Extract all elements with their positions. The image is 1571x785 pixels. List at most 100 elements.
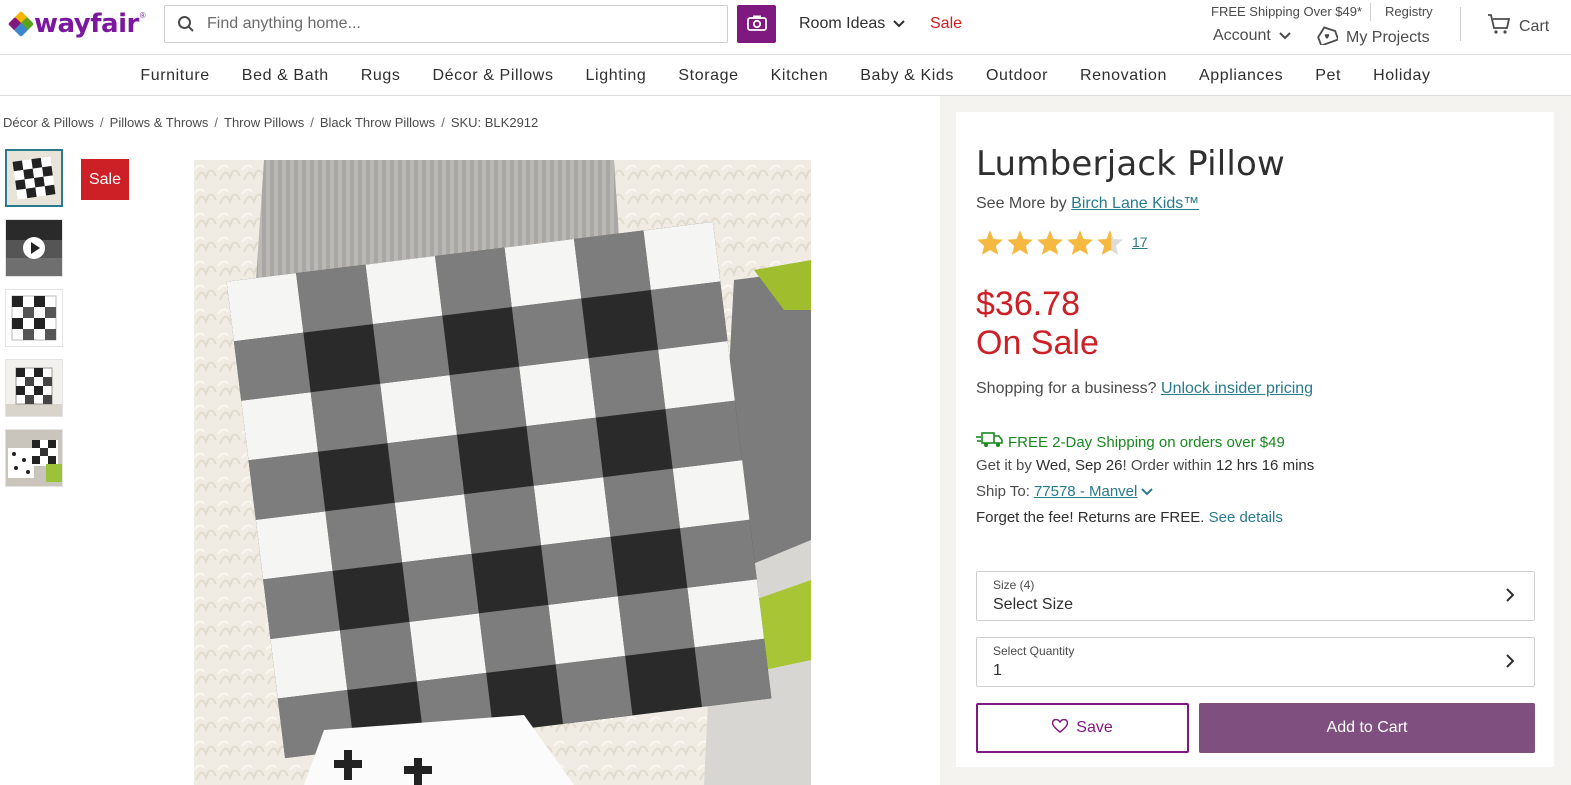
chevron-right-icon xyxy=(1506,588,1515,607)
free-shipping-note[interactable]: FREE Shipping Over $49* xyxy=(1211,4,1362,19)
ship-to-label: Ship To: xyxy=(976,483,1030,500)
quantity-selector-label: Select Quantity xyxy=(993,644,1075,658)
add-to-cart-label: Add to Cart xyxy=(1326,719,1408,736)
search-icon[interactable] xyxy=(165,15,207,33)
divider xyxy=(1370,3,1371,21)
star-icon xyxy=(1006,229,1034,261)
save-button[interactable]: Save xyxy=(976,703,1189,753)
breadcrumb: Décor & Pillows / Pillows & Throws / Thr… xyxy=(3,115,538,130)
thumbnail-list xyxy=(5,149,63,487)
insider-pricing-link[interactable]: Unlock insider pricing xyxy=(1161,380,1313,397)
breadcrumb-item[interactable]: Pillows & Throws xyxy=(110,115,209,130)
chevron-down-icon xyxy=(893,15,905,33)
chevron-right-icon xyxy=(1506,654,1515,673)
visual-search-button[interactable] xyxy=(737,5,776,43)
category-rugs[interactable]: Rugs xyxy=(345,67,417,85)
my-projects-label: My Projects xyxy=(1346,28,1430,46)
account-label: Account xyxy=(1213,27,1271,44)
on-sale-label: On Sale xyxy=(976,324,1099,362)
free-returns: Forget the fee! Returns are FREE. See de… xyxy=(976,509,1283,526)
ship-to-location-link[interactable]: 77578 - Manvel xyxy=(1034,483,1137,500)
save-label: Save xyxy=(1076,719,1113,736)
category-furniture[interactable]: Furniture xyxy=(124,67,225,85)
camera-icon xyxy=(746,15,767,34)
truck-icon xyxy=(976,432,1004,452)
category-nav: Furniture Bed & Bath Rugs Décor & Pillow… xyxy=(0,56,1571,96)
cart-icon xyxy=(1487,13,1511,40)
shipping-text: FREE 2-Day Shipping on orders over $49 xyxy=(1008,433,1285,451)
chevron-down-icon xyxy=(1279,27,1291,45)
sale-price: $36.78 xyxy=(976,285,1080,323)
category-lighting[interactable]: Lighting xyxy=(570,67,663,85)
breadcrumb-item[interactable]: Throw Pillows xyxy=(224,115,304,130)
size-selector[interactable]: Size (4) Select Size xyxy=(976,571,1535,621)
breadcrumb-item[interactable]: Décor & Pillows xyxy=(3,115,94,130)
business-text: Shopping for a business? xyxy=(976,380,1162,397)
search-bar xyxy=(164,5,728,43)
category-pet[interactable]: Pet xyxy=(1299,67,1357,85)
see-details-link[interactable]: See details xyxy=(1209,509,1283,526)
get-it-prefix: Get it by xyxy=(976,457,1037,474)
site-header: wayfair ® Room Ideas Sale FREE Shipping … xyxy=(0,0,1571,55)
chevron-down-icon[interactable] xyxy=(1141,483,1154,500)
thumbnail-pillow-set[interactable] xyxy=(5,429,63,487)
see-more-by: See More by Birch Lane Kids™ xyxy=(976,195,1199,213)
ship-to: Ship To: 77578 - Manvel xyxy=(976,483,1154,500)
star-icon xyxy=(976,229,1004,261)
sale-link[interactable]: Sale xyxy=(930,15,962,33)
logo-text: wayfair xyxy=(34,9,139,39)
free-shipping-banner: FREE 2-Day Shipping on orders over $49 xyxy=(976,432,1285,452)
category-renovation[interactable]: Renovation xyxy=(1064,67,1183,85)
breadcrumb-separator: / xyxy=(441,115,445,130)
delivery-estimate: Get it by Wed, Sep 26! Order within 12 h… xyxy=(976,457,1314,474)
star-icon xyxy=(1036,229,1064,261)
category-baby-kids[interactable]: Baby & Kids xyxy=(844,67,970,85)
category-holiday[interactable]: Holiday xyxy=(1357,67,1447,85)
sku-label: SKU: BLK2912 xyxy=(450,115,539,130)
delivery-date: Wed, Sep 26 xyxy=(1036,457,1123,474)
category-outdoor[interactable]: Outdoor xyxy=(970,67,1064,85)
size-selector-value: Select Size xyxy=(993,596,1074,613)
brand-link[interactable]: Birch Lane Kids™ xyxy=(1071,195,1199,212)
category-bed-bath[interactable]: Bed & Bath xyxy=(226,67,345,85)
search-input[interactable] xyxy=(207,15,707,33)
cart-link[interactable]: Cart xyxy=(1487,13,1549,40)
house-heart-icon xyxy=(1316,25,1340,50)
wayfair-logo[interactable]: wayfair ® xyxy=(7,9,146,39)
category-appliances[interactable]: Appliances xyxy=(1183,67,1299,85)
quantity-selector[interactable]: Select Quantity 1 xyxy=(976,637,1535,687)
my-projects-link[interactable]: My Projects xyxy=(1316,25,1430,50)
product-main-image[interactable] xyxy=(194,160,811,785)
category-kitchen[interactable]: Kitchen xyxy=(755,67,845,85)
review-count-link[interactable]: 17 xyxy=(1132,234,1148,250)
product-title: Lumberjack Pillow xyxy=(976,144,1286,184)
category-decor-pillows[interactable]: Décor & Pillows xyxy=(417,67,570,85)
breadcrumb-separator: / xyxy=(100,115,104,130)
account-menu[interactable]: Account xyxy=(1213,27,1291,45)
star-icon xyxy=(1066,229,1094,261)
room-ideas-menu[interactable]: Room Ideas xyxy=(799,15,905,33)
see-more-prefix: See More by xyxy=(976,195,1072,212)
thumbnail-pillow-plaid[interactable] xyxy=(5,149,63,207)
breadcrumb-item[interactable]: Black Throw Pillows xyxy=(320,115,435,130)
heart-icon xyxy=(1052,718,1069,738)
thumbnail-video[interactable] xyxy=(5,219,63,277)
order-within-time: 12 hrs 16 mins xyxy=(1215,457,1315,474)
breadcrumb-separator: / xyxy=(310,115,314,130)
room-ideas-label: Room Ideas xyxy=(799,15,886,32)
quantity-selector-value: 1 xyxy=(993,662,1002,679)
cart-label: Cart xyxy=(1519,17,1550,35)
thumbnail-pillow-room[interactable] xyxy=(5,359,63,417)
registry-link[interactable]: Registry xyxy=(1385,4,1433,19)
thumbnail-pillow-front[interactable] xyxy=(5,289,63,347)
star-rating[interactable] xyxy=(976,229,1124,261)
add-to-cart-button[interactable]: Add to Cart xyxy=(1199,703,1535,753)
half-star-icon xyxy=(1096,229,1124,261)
returns-text: Forget the fee! Returns are FREE. xyxy=(976,509,1209,526)
sale-badge: Sale xyxy=(81,159,129,200)
category-storage[interactable]: Storage xyxy=(662,67,754,85)
logo-trademark: ® xyxy=(139,11,146,20)
size-selector-label: Size (4) xyxy=(993,578,1035,592)
breadcrumb-separator: / xyxy=(214,115,219,130)
divider xyxy=(1460,7,1461,41)
